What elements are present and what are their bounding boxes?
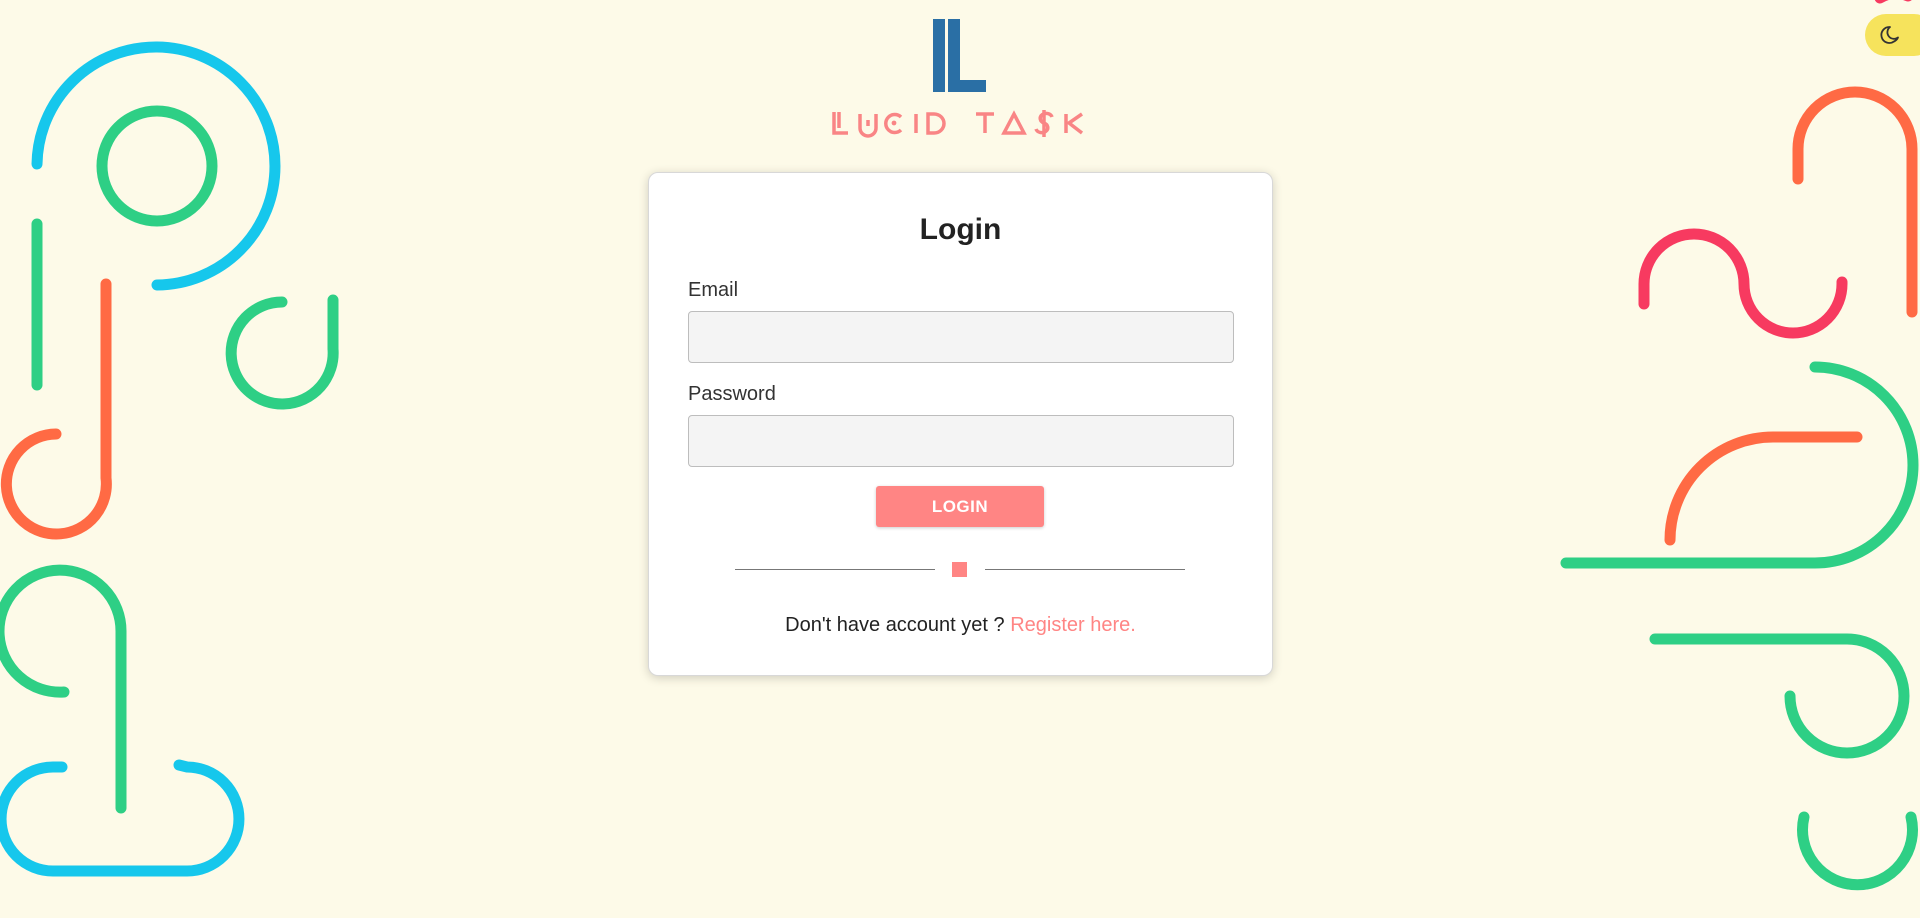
- divider-square: [952, 562, 967, 577]
- login-card: Login Email Password LOGIN Don't have ac…: [648, 172, 1273, 676]
- login-button[interactable]: LOGIN: [876, 486, 1044, 527]
- email-label: Email: [688, 279, 739, 301]
- email-field[interactable]: [688, 311, 1234, 363]
- theme-toggle-button[interactable]: [1865, 14, 1920, 56]
- moon-icon: [1880, 26, 1899, 44]
- register-prompt: Don't have account yet ? Register here.: [649, 614, 1272, 637]
- divider-left: [735, 569, 935, 570]
- brand-logo: [830, 16, 1090, 141]
- password-label: Password: [688, 383, 776, 405]
- login-title: Login: [919, 213, 1002, 246]
- divider-right: [985, 569, 1185, 570]
- password-field[interactable]: [688, 415, 1234, 467]
- register-link[interactable]: Register here.: [1010, 614, 1136, 636]
- logo-mark: [933, 19, 986, 92]
- register-prompt-text: Don't have account yet ?: [785, 614, 1005, 636]
- logo-wordmark: [832, 110, 1084, 138]
